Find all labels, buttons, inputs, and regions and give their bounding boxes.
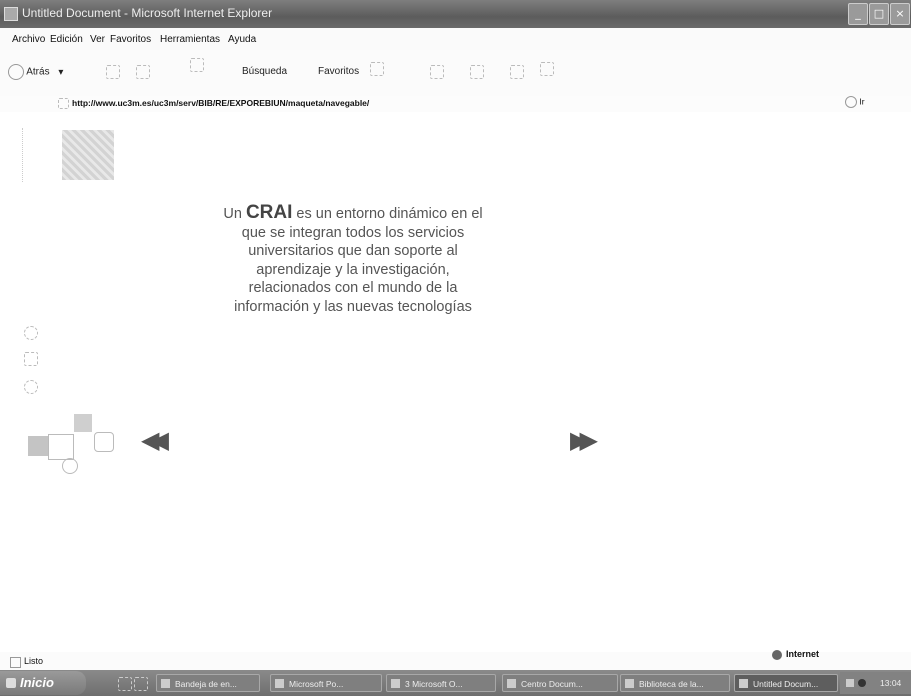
history-icon[interactable] (430, 65, 444, 79)
menu-favoritos[interactable]: Favoritos (110, 34, 151, 45)
status-bar: Listo Internet (0, 649, 911, 670)
left-deco-column (22, 128, 37, 182)
menu-archivo[interactable]: Archivo (12, 34, 45, 45)
back-button[interactable]: Atrás ▾ (8, 64, 63, 80)
media-icon[interactable] (370, 62, 384, 76)
stop-icon[interactable] (106, 65, 120, 79)
outlook-icon (161, 679, 170, 688)
status-page-icon (10, 657, 21, 668)
task-label: Untitled Docum... (753, 679, 819, 689)
crai-prefix: Un (223, 206, 242, 222)
print-icon[interactable] (510, 65, 524, 79)
menu-ver[interactable]: Ver (90, 34, 105, 45)
task-label: Centro Docum... (521, 679, 583, 689)
back-dropdown-icon: ▾ (58, 66, 64, 78)
office-icon (391, 679, 400, 688)
start-label: Inicio (20, 675, 54, 690)
close-button[interactable]: × (890, 3, 910, 25)
task-centro-documentacion[interactable]: Centro Docum... (502, 674, 618, 692)
ie-window-icon (739, 679, 748, 688)
ie-window-icon (625, 679, 634, 688)
system-tray: 13:04 (840, 672, 911, 694)
window-title: Untitled Document - Microsoft Internet E… (22, 6, 273, 20)
minimize-button[interactable]: _ (848, 3, 868, 25)
start-button[interactable]: Inicio (0, 671, 86, 695)
task-microsoft-office[interactable]: 3 Microsoft O... (386, 674, 496, 692)
toolbar: Atrás ▾ Búsqueda Favoritos (0, 50, 911, 96)
volume-icon[interactable] (846, 679, 854, 687)
title-bar: Untitled Document - Microsoft Internet E… (0, 0, 911, 28)
maximize-button[interactable]: □ (869, 3, 889, 25)
mail-icon[interactable] (470, 65, 484, 79)
task-biblioteca[interactable]: Biblioteca de la... (620, 674, 730, 692)
status-text: Listo (24, 656, 44, 666)
task-label: Microsoft Po... (289, 679, 344, 689)
ie-icon (4, 7, 18, 21)
address-bar: http://www.uc3m.es/uc3m/serv/BIB/RE/EXPO… (0, 96, 911, 112)
go-button[interactable]: Ir (845, 96, 865, 108)
internet-zone-icon (772, 650, 782, 660)
search-button[interactable]: Búsqueda (242, 66, 287, 77)
quicklaunch-ie-icon[interactable] (134, 677, 148, 691)
menu-bar: Archivo Edición Ver Favoritos Herramient… (0, 28, 911, 50)
powerpoint-icon (275, 679, 284, 688)
go-arrow-icon (845, 96, 857, 108)
task-label: 3 Microsoft O... (405, 679, 463, 689)
menu-edicion[interactable]: Edición (50, 34, 83, 45)
taskbar: Inicio Bandeja de en... Microsoft Po... … (0, 670, 911, 696)
figure-icon (24, 352, 38, 366)
crai-title: CRAI (245, 202, 293, 223)
logo-mosaic (62, 130, 114, 180)
page-content: Un CRAI es un entorno dinámico en el que… (0, 112, 911, 652)
home-icon[interactable] (190, 58, 204, 72)
crai-definition: Un CRAI es un entorno dinámico en el que… (222, 202, 484, 316)
nav-mosaic (26, 414, 116, 486)
task-label: Bandeja de en... (175, 679, 237, 689)
task-label: Biblioteca de la... (639, 679, 704, 689)
next-arrow-button[interactable]: ▶▶ (570, 426, 598, 454)
favorites-button[interactable]: Favoritos (318, 66, 359, 77)
back-icon (8, 64, 24, 80)
clock: 13:04 (880, 678, 902, 688)
page-icon (58, 98, 69, 109)
internet-zone-label: Internet (786, 649, 820, 659)
url-input[interactable]: http://www.uc3m.es/uc3m/serv/BIB/RE/EXPO… (72, 98, 369, 108)
refresh-icon[interactable] (136, 65, 150, 79)
previous-arrow-button[interactable]: ◀◀ (141, 426, 169, 454)
task-powerpoint[interactable]: Microsoft Po... (270, 674, 382, 692)
info-icon (24, 380, 38, 394)
quicklaunch-icon[interactable] (118, 677, 132, 691)
menu-herramientas[interactable]: Herramientas (160, 34, 220, 45)
windows-logo-icon (6, 678, 16, 688)
go-label: Ir (859, 96, 865, 107)
edit-icon[interactable] (540, 62, 554, 76)
task-untitled-document[interactable]: Untitled Docum... (734, 674, 838, 692)
ie-window-icon (507, 679, 516, 688)
network-icon[interactable] (858, 679, 866, 687)
task-bandeja[interactable]: Bandeja de en... (156, 674, 260, 692)
circle-icon (24, 326, 38, 340)
back-label: Atrás (26, 66, 50, 78)
menu-ayuda[interactable]: Ayuda (228, 34, 256, 45)
